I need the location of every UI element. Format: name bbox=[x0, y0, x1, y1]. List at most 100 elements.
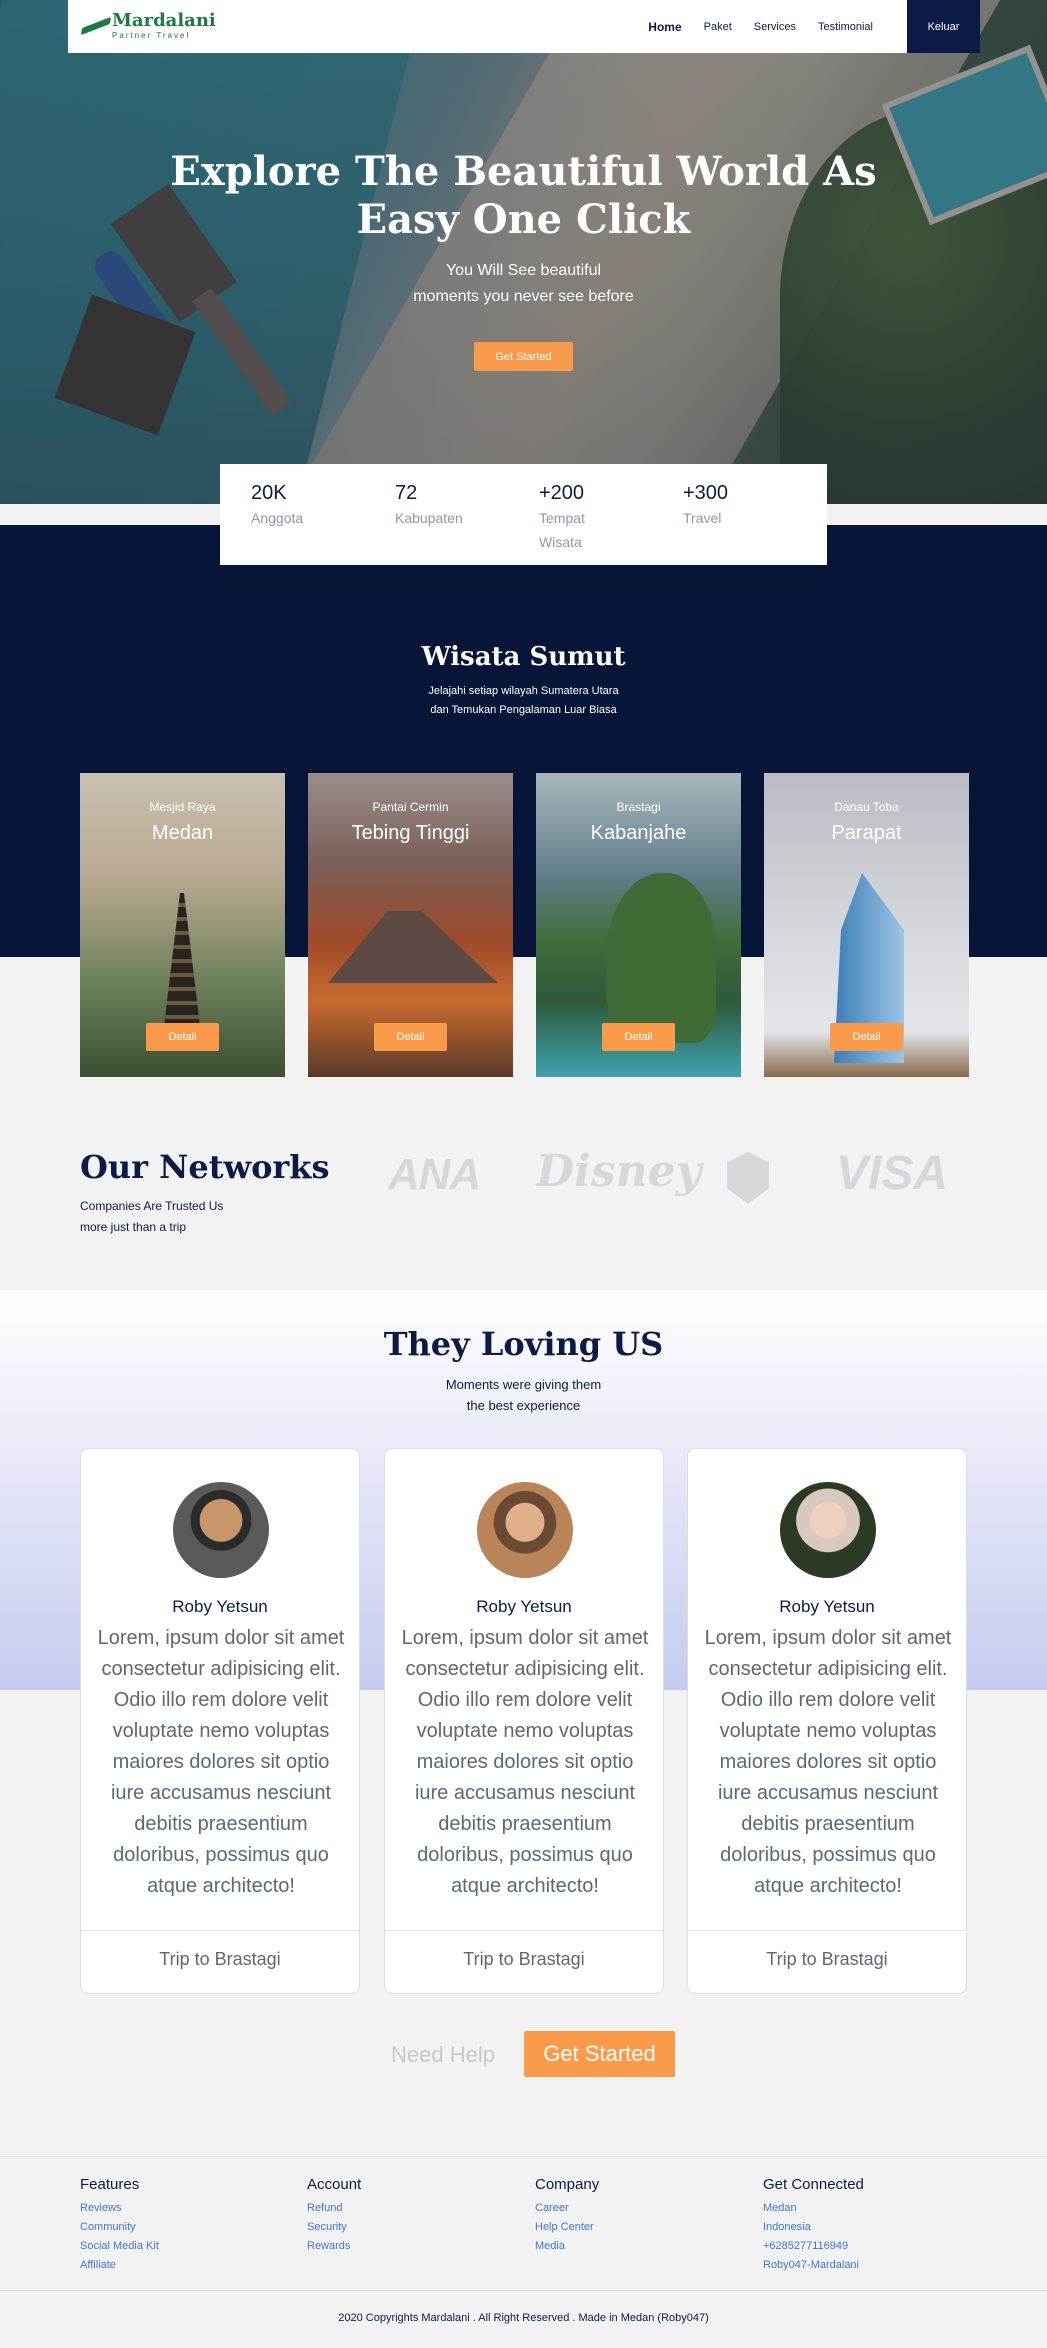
avatar bbox=[477, 1482, 573, 1578]
destination-card-tebing-tinggi[interactable]: Pantai Cermin Tebing Tinggi Detail bbox=[308, 773, 513, 1077]
footer-link[interactable]: Rewards bbox=[307, 2237, 361, 2256]
stat-label: Travel bbox=[683, 510, 722, 526]
testimonial-name: Roby Yetsun bbox=[476, 1597, 572, 1616]
destination-city: Tebing Tinggi bbox=[351, 822, 470, 844]
logout-button[interactable]: Keluar bbox=[907, 0, 980, 53]
hero-get-started-button[interactable]: Get Started bbox=[474, 342, 573, 371]
footer-link[interactable]: Refund bbox=[307, 2199, 361, 2218]
divider bbox=[385, 1930, 663, 1931]
detail-button[interactable]: Detail bbox=[830, 1023, 903, 1051]
testimonials-subtitle: Moments were giving them the best experi… bbox=[0, 1374, 1047, 1416]
get-started-button[interactable]: Get Started bbox=[524, 2031, 675, 2077]
testimonial-name: Roby Yetsun bbox=[779, 1597, 875, 1616]
footer-link[interactable]: Security bbox=[307, 2218, 361, 2237]
destination-city: Medan bbox=[151, 822, 214, 844]
wisata-title: Wisata Sumut bbox=[421, 642, 626, 672]
footer-column-title: Features bbox=[80, 2176, 140, 2193]
testimonials-subtitle-line1: Moments were giving them bbox=[445, 1377, 602, 1392]
footer-link[interactable]: Affiliate bbox=[80, 2256, 159, 2275]
destination-card-kabanjahe[interactable]: Brastagi Kabanjahe Detail bbox=[536, 773, 741, 1077]
detail-button[interactable]: Detail bbox=[146, 1023, 219, 1051]
hero-title-line2: Easy One Click bbox=[356, 196, 691, 243]
logo-mark-icon bbox=[80, 16, 112, 36]
nav-item-services[interactable]: Services bbox=[754, 21, 796, 33]
need-help-text: Need Help bbox=[391, 2042, 495, 2067]
destination-place: Mesjid Raya bbox=[149, 800, 216, 814]
stat-value: +300 bbox=[683, 482, 729, 504]
copyright-text: 2020 Copyrights Mardalani . All Right Re… bbox=[338, 2312, 709, 2324]
hero-subtitle-line1: You Will See beautiful bbox=[445, 262, 602, 279]
testimonial-trip: Trip to Brastagi bbox=[159, 1949, 281, 1969]
testimonial-card: Roby Yetsun Lorem, ipsum dolor sit amet … bbox=[80, 1448, 360, 1994]
footer-column-title: Company bbox=[535, 2176, 600, 2193]
logo-tagline: Partner Travel bbox=[112, 31, 191, 40]
footer-divider bbox=[0, 2290, 1047, 2291]
footer-link[interactable]: Help Center bbox=[535, 2218, 599, 2237]
destination-city: Parapat bbox=[831, 822, 902, 844]
testimonial-card: Roby Yetsun Lorem, ipsum dolor sit amet … bbox=[384, 1448, 664, 1994]
hero-subtitle: You Will See beautiful moments you never… bbox=[0, 258, 1047, 310]
stat-item: 20K Anggota bbox=[251, 480, 395, 565]
footer-column-company: Company Career Help Center Media bbox=[535, 2176, 599, 2256]
testimonial-trip: Trip to Brastagi bbox=[463, 1949, 585, 1969]
detail-button[interactable]: Detail bbox=[374, 1023, 447, 1051]
brand-logo-shield-icon bbox=[727, 1152, 769, 1204]
nav-item-testimonial[interactable]: Testimonial bbox=[818, 21, 873, 33]
stat-label: Anggota bbox=[251, 510, 304, 526]
brand-logo-disney: Disney bbox=[536, 1146, 702, 1197]
detail-button[interactable]: Detail bbox=[602, 1023, 675, 1051]
stat-value: +200 bbox=[539, 482, 585, 504]
testimonials-subtitle-line2: the best experience bbox=[466, 1398, 581, 1413]
footer-link[interactable]: Indonesia bbox=[763, 2218, 864, 2237]
logo-name: Mardalani bbox=[112, 10, 216, 31]
footer-divider bbox=[0, 2156, 1047, 2157]
stat-value: 20K bbox=[251, 482, 287, 504]
destination-card-medan[interactable]: Mesjid Raya Medan Detail bbox=[80, 773, 285, 1077]
footer-column-title: Get Connected bbox=[763, 2176, 864, 2193]
destination-card-parapat[interactable]: Danau Toba Parapat Detail bbox=[764, 773, 969, 1077]
testimonial-quote: Lorem, ipsum dolor sit amet consectetur … bbox=[704, 1627, 952, 1897]
logo[interactable]: Mardalani Partner Travel bbox=[80, 8, 216, 44]
divider bbox=[688, 1930, 966, 1931]
stat-label: Kabupaten bbox=[395, 510, 463, 526]
footer-link[interactable]: Community bbox=[80, 2218, 159, 2237]
footer-link[interactable]: Roby047-Mardalani bbox=[763, 2256, 864, 2275]
destination-place: Pantai Cermin bbox=[372, 800, 449, 814]
stat-label: Tempat Wisata bbox=[539, 510, 585, 550]
wisata-subtitle: Jelajahi setiap wilayah Sumatera Utara d… bbox=[0, 682, 1047, 720]
testimonial-quote: Lorem, ipsum dolor sit amet consectetur … bbox=[97, 1627, 345, 1897]
navbar: Mardalani Partner Travel Home Paket Serv… bbox=[68, 0, 980, 53]
wisata-subtitle-line2: dan Temukan Pengalaman Luar Biasa bbox=[430, 704, 617, 716]
footer-link[interactable]: Medan bbox=[763, 2199, 864, 2218]
stat-item: 72 Kabupaten bbox=[395, 480, 539, 565]
avatar bbox=[173, 1482, 269, 1578]
footer-link[interactable]: Reviews bbox=[80, 2199, 159, 2218]
nav-item-paket[interactable]: Paket bbox=[704, 21, 732, 33]
footer-link[interactable]: Social Media Kit bbox=[80, 2237, 159, 2256]
hero-title: Explore The Beautiful World As Easy One … bbox=[0, 148, 1047, 244]
footer-link[interactable]: Media bbox=[535, 2237, 599, 2256]
divider bbox=[81, 1930, 359, 1931]
hero-title-line1: Explore The Beautiful World As bbox=[170, 148, 877, 195]
avatar bbox=[780, 1482, 876, 1578]
stat-item: +200 Tempat Wisata bbox=[539, 480, 683, 565]
footer-column-account: Account Refund Security Rewards bbox=[307, 2176, 361, 2256]
networks-title: Our Networks bbox=[80, 1148, 330, 1186]
networks-subtitle-line1: Companies Are Trusted Us bbox=[80, 1199, 224, 1213]
stats-bar: 20K Anggota 72 Kabupaten +200 Tempat Wis… bbox=[220, 464, 827, 565]
destination-city: Kabanjahe bbox=[590, 822, 687, 844]
footer-link[interactable]: Career bbox=[535, 2199, 599, 2218]
destination-place: Brastagi bbox=[616, 800, 661, 814]
networks-subtitle-line2: more just than a trip bbox=[80, 1220, 187, 1234]
footer-column-get-connected: Get Connected Medan Indonesia +628527711… bbox=[763, 2176, 864, 2275]
networks-subtitle: Companies Are Trusted Us more just than … bbox=[80, 1196, 260, 1238]
footer-column-features: Features Reviews Community Social Media … bbox=[80, 2176, 159, 2275]
hero-subtitle-line2: moments you never see before bbox=[413, 288, 634, 305]
stat-item: +300 Travel bbox=[683, 480, 827, 565]
testimonial-quote: Lorem, ipsum dolor sit amet consectetur … bbox=[401, 1627, 649, 1897]
hero-banner: Explore The Beautiful World As Easy One … bbox=[0, 0, 1047, 504]
footer-link[interactable]: +6285277116949 bbox=[763, 2237, 864, 2256]
footer-column-title: Account bbox=[307, 2176, 362, 2193]
nav-menu: Home Paket Services Testimonial bbox=[648, 0, 873, 53]
nav-item-home[interactable]: Home bbox=[648, 20, 681, 34]
